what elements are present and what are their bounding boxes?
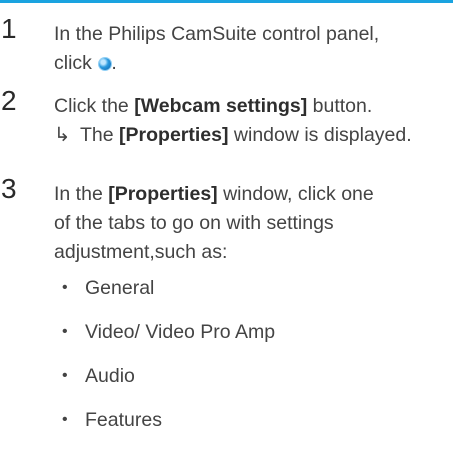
step-line: In the [Properties] window, click one — [54, 180, 444, 209]
list-item: • Audio — [54, 361, 444, 405]
step-text: Click the [Webcam settings] button. ↳ The… — [54, 92, 444, 150]
tab-name: Video/ Video Pro Amp — [85, 321, 276, 343]
bullet-icon: • — [62, 279, 68, 296]
step-line: adjustment,such as: — [54, 241, 228, 263]
camsuite-icon[interactable] — [99, 58, 112, 70]
step-number: 2 — [1, 85, 17, 116]
list-item: • Video/ Video Pro Amp — [54, 317, 444, 361]
step-line: In the Philips CamSuite control panel, — [54, 23, 380, 45]
tab-name: Features — [85, 409, 162, 431]
step-text-suffix: . — [111, 52, 117, 74]
step-number: 3 — [1, 173, 17, 204]
properties-label: [Properties] — [119, 124, 229, 146]
step-result: ↳ The [Properties] window is displayed. — [54, 121, 444, 150]
accent-bar — [0, 0, 453, 3]
step-2: 2 Click the [Webcam settings] button. ↳ T… — [0, 86, 453, 174]
step-3: 3 In the [Properties] window, click one … — [0, 174, 453, 444]
step-text-suffix: window, click one — [217, 183, 374, 205]
instruction-steps: 1 In the Philips CamSuite control panel,… — [0, 14, 453, 444]
step-number: 1 — [1, 13, 17, 44]
step-line: Click the [Webcam settings] button. — [54, 92, 444, 121]
bullet-icon: • — [62, 323, 68, 340]
list-item: • General — [54, 273, 444, 317]
step-text: In the Philips CamSuite control panel, c… — [54, 20, 444, 78]
step-text-suffix: button. — [307, 95, 373, 117]
tab-list: • General • Video/ Video Pro Amp • Audio • F… — [54, 273, 444, 449]
bullet-icon: • — [62, 411, 68, 428]
step-text-prefix: Click the — [54, 95, 135, 117]
bullet-icon: • — [62, 367, 68, 384]
step-text-prefix: In the — [54, 183, 109, 205]
webcam-settings-label: [Webcam settings] — [134, 95, 308, 117]
step-line: click . — [54, 49, 444, 78]
tab-name: Audio — [85, 365, 135, 387]
properties-label: [Properties] — [108, 183, 218, 205]
step-line: of the tabs to go on with settings — [54, 212, 334, 234]
result-text-prefix: The — [80, 124, 120, 146]
result-text-suffix: window is displayed. — [228, 124, 412, 146]
step-1: 1 In the Philips CamSuite control panel,… — [0, 14, 453, 86]
list-item: • Features — [54, 405, 444, 449]
step-text: In the [Properties] window, click one of… — [54, 180, 444, 449]
result-arrow-icon: ↳ — [54, 124, 71, 146]
step-text-prefix: click — [54, 52, 98, 74]
tab-name: General — [85, 277, 155, 299]
